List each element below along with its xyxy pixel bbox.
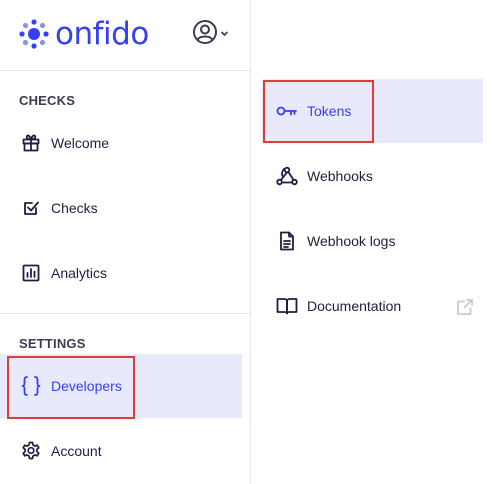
key-icon (275, 99, 299, 123)
sidebar-item-analytics[interactable]: Analytics (0, 241, 242, 305)
document-icon (275, 229, 299, 253)
submenu-item-label: Tokens (307, 103, 352, 119)
sidebar-item-label: Developers (51, 378, 122, 394)
bar-chart-icon (20, 262, 42, 284)
book-icon (275, 294, 299, 318)
submenu-item-label: Documentation (307, 298, 402, 314)
developers-submenu: Tokens Webhooks Webhook logs Documentati… (252, 0, 492, 484)
settings-section-heading: SETTINGS (19, 336, 86, 351)
submenu-item-webhook-logs[interactable]: Webhook logs (262, 209, 483, 273)
sidebar-item-developers[interactable]: Developers (0, 354, 242, 418)
user-circle-icon (192, 19, 218, 50)
submenu-item-label: Webhook logs (307, 233, 396, 249)
checkbox-icon (20, 197, 42, 219)
gear-icon (20, 440, 42, 462)
header-divider (0, 70, 250, 71)
sidebar: onfido CHECKS Welcome Checks Analytics S… (0, 0, 251, 484)
sidebar-item-checks[interactable]: Checks (0, 176, 242, 240)
sidebar-item-label: Analytics (51, 265, 108, 281)
submenu-item-tokens[interactable]: Tokens (262, 79, 483, 143)
submenu-item-documentation[interactable]: Documentation (262, 274, 483, 338)
brand-name: onfido (55, 15, 149, 52)
submenu-item-label: Webhooks (307, 168, 373, 184)
checks-section-heading: CHECKS (19, 93, 76, 108)
gift-icon (20, 132, 42, 154)
webhook-icon (275, 164, 299, 188)
sidebar-item-account[interactable]: Account (0, 419, 242, 483)
onfido-logo-icon (18, 18, 50, 50)
chevron-down-icon (220, 25, 229, 43)
sidebar-item-welcome[interactable]: Welcome (0, 111, 242, 175)
user-menu-button[interactable] (192, 19, 229, 50)
brand-logo[interactable]: onfido (18, 14, 149, 54)
section-divider (0, 313, 250, 314)
sidebar-item-label: Welcome (51, 135, 110, 151)
sidebar-item-label: Checks (51, 200, 98, 216)
sidebar-item-label: Account (51, 443, 102, 459)
submenu-item-webhooks[interactable]: Webhooks (262, 144, 483, 208)
external-link-icon (456, 298, 474, 316)
braces-icon (20, 375, 42, 397)
